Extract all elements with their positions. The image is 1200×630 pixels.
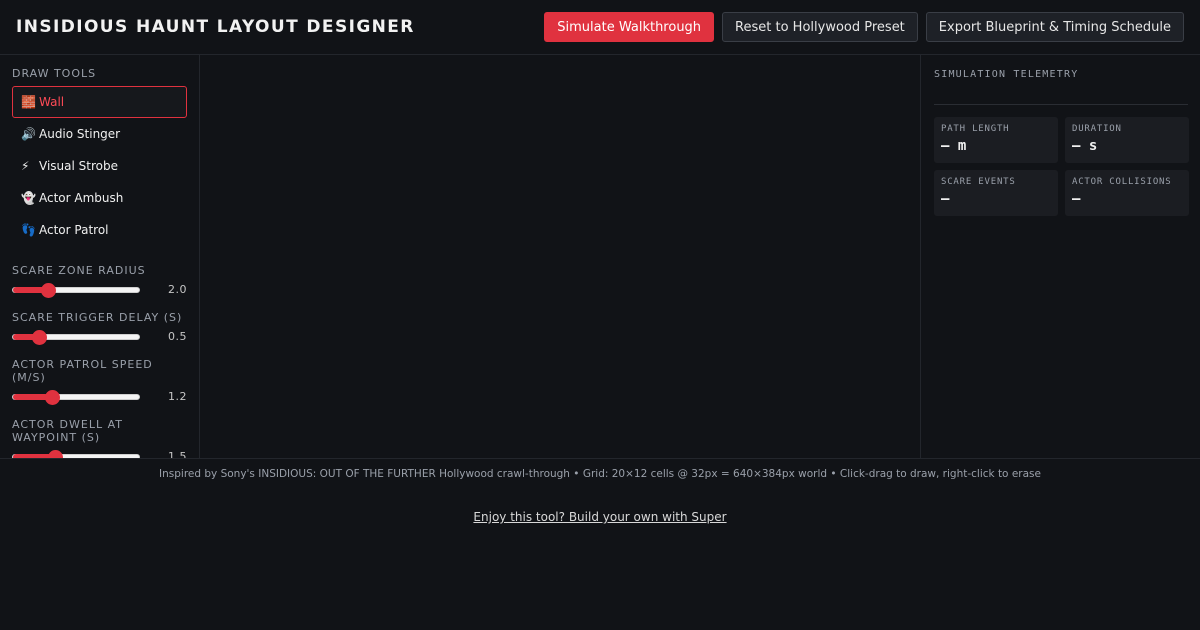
slider-value: 2.0 [168,283,187,296]
lightning-icon: ⚡ [21,159,30,173]
tool-label: Actor Ambush [39,191,124,205]
stat-label: DURATION [1072,124,1122,134]
layout-canvas[interactable] [200,55,920,458]
slider-value: 1.5 [168,450,187,458]
slider-row: 1.5 [12,449,187,458]
stat-value: — [1072,191,1081,207]
footprints-icon: 👣 [21,223,36,237]
stat-actor-collisions: ACTOR COLLISIONS — [1065,170,1189,216]
simulate-walkthrough-button[interactable]: Simulate Walkthrough [544,12,715,42]
stat-duration: DURATION — s [1065,117,1189,163]
slider-row: 1.2 [12,389,187,405]
slider-thumb[interactable] [45,389,61,405]
stat-value: — s [1072,138,1098,154]
tool-visual-strobe[interactable]: ⚡ Visual Strobe [12,150,187,182]
app-title: INSIDIOUS HAUNT LAYOUT DESIGNER [16,17,415,37]
slider-value: 1.2 [168,390,187,403]
slider-row: 0.5 [12,329,187,345]
telemetry-title: SIMULATION TELEMETRY [934,69,1079,80]
draw-tools-label: DRAW TOOLS [12,67,97,80]
tool-list: 🧱 Wall 🔊 Audio Stinger ⚡ Visual Strobe 👻 Actor … [12,86,187,246]
export-blueprint-button[interactable]: Export Blueprint & Timing Schedule [925,12,1184,42]
promo: Enjoy this tool? Build your own with Sup… [0,506,1200,525]
telemetry-panel: SIMULATION TELEMETRY PATH LENGTH — m DURAT… [920,55,1200,458]
slider-track[interactable] [12,282,140,298]
slider-thumb[interactable] [32,329,48,345]
slider-group: SCARE ZONE RADIUS 2.0 [12,264,187,298]
stat-path-length: PATH LENGTH — m [934,117,1058,163]
slider-thumb[interactable] [47,449,63,458]
stat-label: ACTOR COLLISIONS [1072,177,1172,187]
tool-actor-ambush[interactable]: 👻 Actor Ambush [12,182,187,214]
slider-label: SCARE ZONE RADIUS [12,264,146,277]
sidebar: DRAW TOOLS 🧱 Wall 🔊 Audio Stinger ⚡ Visual St… [0,55,200,458]
slider-label: ACTOR PATROL SPEED (M/S) [12,358,153,384]
tool-wall[interactable]: 🧱 Wall [12,86,187,118]
slider-group: ACTOR PATROL SPEED (M/S) 1.2 [12,358,187,405]
telemetry-divider [934,104,1188,105]
wall-icon: 🧱 [21,95,36,109]
top-actions: Simulate Walkthrough Reset to Hollywood … [544,12,1184,42]
tool-audio-stinger[interactable]: 🔊 Audio Stinger [12,118,187,150]
ghost-icon: 👻 [21,191,36,205]
promo-link[interactable]: Enjoy this tool? Build your own with Sup… [473,510,726,524]
stat-label: PATH LENGTH [941,124,1010,134]
slider-label: ACTOR DWELL AT WAYPOINT (S) [12,418,123,444]
stat-value: — [941,191,950,207]
slider-label: SCARE TRIGGER DELAY (S) [12,311,183,324]
stat-label: SCARE EVENTS [941,177,1016,187]
tool-label: Visual Strobe [39,159,118,173]
slider-track[interactable] [12,389,140,405]
tool-actor-patrol[interactable]: 👣 Actor Patrol [12,214,187,246]
tool-label: Audio Stinger [39,127,121,141]
stat-grid: PATH LENGTH — m DURATION — s SCARE EVENTS — AC… [934,117,1189,216]
slider-row: 2.0 [12,282,187,298]
speaker-icon: 🔊 [21,127,36,141]
stat-value: — m [941,138,967,154]
slider-group: SCARE TRIGGER DELAY (S) 0.5 [12,311,187,345]
reset-preset-button[interactable]: Reset to Hollywood Preset [722,12,918,42]
slider-value: 0.5 [168,330,187,343]
tool-label: Actor Patrol [39,223,109,237]
top-bar: INSIDIOUS HAUNT LAYOUT DESIGNER Simulate… [0,0,1200,55]
footer-info: Inspired by Sony's INSIDIOUS: OUT OF THE… [0,458,1200,488]
slider-list: SCARE ZONE RADIUS 2.0 SCARE TRIGGER DELAY … [12,264,187,458]
slider-thumb[interactable] [41,282,57,298]
tool-label: Wall [39,95,65,109]
slider-group: ACTOR DWELL AT WAYPOINT (S) 1.5 [12,418,187,458]
stat-scare-events: SCARE EVENTS — [934,170,1058,216]
slider-track[interactable] [12,329,140,345]
